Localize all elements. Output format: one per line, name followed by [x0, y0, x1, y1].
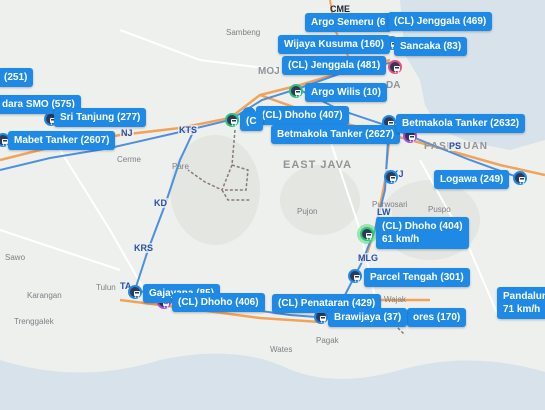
- station-label[interactable]: KTS: [178, 125, 198, 135]
- place-label: MOJ: [258, 66, 280, 77]
- place-label: Pujon: [297, 207, 318, 216]
- train-icon: [319, 315, 327, 323]
- place-label: Puspo: [428, 205, 451, 214]
- place-label: Cerme: [117, 155, 142, 164]
- train-label[interactable]: (CL) Dhoho (407): [256, 106, 349, 125]
- train-icon: [353, 274, 361, 282]
- train-label[interactable]: Sri Tanjung (277): [54, 108, 147, 127]
- train-speed: 61 km/h: [382, 234, 420, 245]
- station-label[interactable]: MLG: [357, 253, 379, 263]
- train-icon: [294, 89, 302, 97]
- train-name: Pandalun: [503, 291, 545, 302]
- train-icon: [389, 175, 397, 183]
- train-label[interactable]: (CL) Jenggala (469): [388, 12, 493, 31]
- train-label[interactable]: Brawijaya (37): [328, 308, 408, 327]
- place-label: DA: [386, 80, 401, 91]
- place-label: Pagak: [316, 336, 339, 345]
- train-marker[interactable]: [225, 113, 239, 127]
- train-marker[interactable]: [388, 60, 402, 74]
- train-label[interactable]: Argo Wilis (10): [305, 83, 387, 102]
- train-marker[interactable]: [128, 285, 142, 299]
- train-icon: [408, 134, 416, 142]
- train-label[interactable]: Betmakola Tanker (2632): [396, 114, 526, 133]
- place-label: Tulun: [96, 283, 116, 292]
- train-label-selected[interactable]: (CL) Dhoho (404) 61 km/h: [376, 217, 469, 249]
- train-speed: 71 km/h: [503, 304, 541, 315]
- station-label[interactable]: KD: [153, 198, 168, 208]
- train-marker[interactable]: [513, 171, 527, 185]
- place-label: Trenggalek: [14, 317, 54, 326]
- minor-road: [0, 229, 121, 271]
- train-label[interactable]: Betmakola Tanker (2627): [271, 125, 401, 144]
- south-sea: [0, 353, 545, 410]
- station-label[interactable]: LW: [376, 207, 392, 217]
- train-icon: [518, 176, 526, 184]
- train-label[interactable]: (CL) Dhoho (406): [172, 293, 265, 312]
- train-icon: [230, 118, 238, 126]
- region-label: EAST JAVA: [283, 159, 353, 171]
- train-label[interactable]: Pandalun 71 km/h: [497, 287, 545, 319]
- place-label: Sawo: [5, 253, 26, 262]
- train-marker[interactable]: [384, 170, 398, 184]
- place-label: Pare: [172, 162, 189, 171]
- place-label: Sambeng: [226, 28, 261, 37]
- train-label[interactable]: (CL) Jenggala (481): [282, 56, 387, 75]
- train-marker[interactable]: [289, 84, 303, 98]
- train-marker-selected[interactable]: [360, 227, 374, 241]
- place-label: Wajak: [384, 295, 406, 304]
- place-label: Karangan: [27, 291, 62, 300]
- train-label[interactable]: Logawa (249): [434, 170, 510, 189]
- train-icon: [133, 290, 141, 298]
- train-name: (CL) Dhoho (404): [382, 221, 463, 232]
- train-label[interactable]: ores (170): [407, 308, 467, 327]
- train-label[interactable]: (C: [240, 112, 263, 131]
- train-label[interactable]: Wijaya Kusuma (160): [278, 35, 390, 54]
- mountain-shade: [280, 165, 360, 235]
- train-label[interactable]: Parcel Tengah (301): [364, 268, 470, 287]
- train-label[interactable]: Argo Semeru (6: [305, 13, 392, 32]
- minor-road: [59, 149, 151, 301]
- train-label[interactable]: Sancaka (83): [394, 37, 468, 56]
- train-icon: [365, 232, 373, 240]
- station-label[interactable]: PS: [448, 141, 463, 151]
- station-label[interactable]: NJ: [120, 128, 134, 138]
- train-label[interactable]: Mabet Tanker (2607): [8, 131, 116, 150]
- train-label[interactable]: (251): [0, 68, 34, 87]
- train-marker[interactable]: [348, 269, 362, 283]
- station-label[interactable]: KRS: [133, 243, 155, 253]
- map-view[interactable]: CME Sambeng MOJ DA PASURUAN Cerme Pare P…: [0, 0, 545, 410]
- train-icon: [393, 65, 401, 73]
- place-label: Wates: [270, 345, 293, 354]
